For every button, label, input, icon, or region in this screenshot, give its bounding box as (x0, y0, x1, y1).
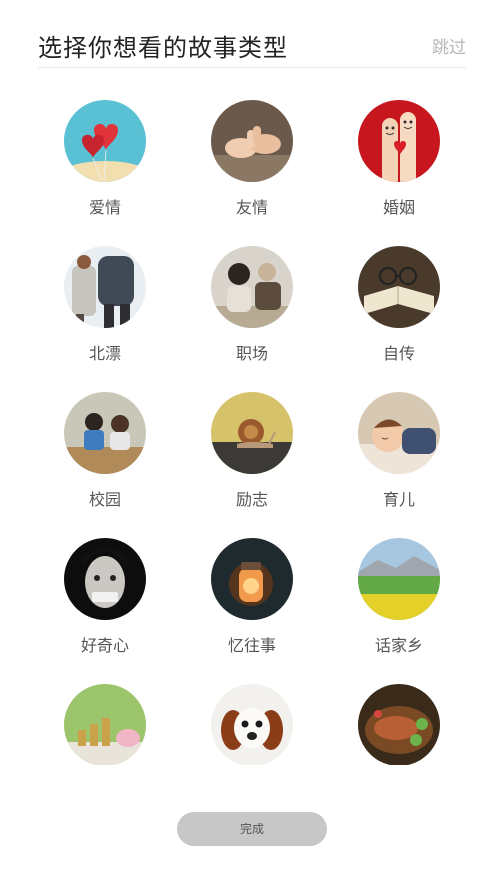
students-classroom-icon (64, 392, 146, 474)
open-book-glasses-icon (358, 246, 440, 328)
category-item-marriage[interactable]: 婚姻 (339, 100, 459, 228)
category-label: 话家乡 (374, 636, 423, 655)
header: 选择你想看的故事类型 跳过 (0, 0, 504, 70)
finger-couple-icon (358, 100, 440, 182)
category-item-love[interactable]: 爱情 (45, 100, 165, 228)
category-item-workplace[interactable]: 职场 (192, 246, 312, 374)
skip-button[interactable]: 跳过 (432, 33, 466, 58)
sleeping-baby-icon (358, 392, 440, 474)
category-item-memories[interactable]: 忆往事 (192, 538, 312, 666)
pinky-promise-icon (211, 100, 293, 182)
snail-icon (211, 392, 293, 474)
category-label: 职场 (235, 344, 268, 363)
category-grid: 爱情 友情 婚姻 北漂 职场 自传 校园 励志 育儿 好奇心 忆往事 话家乡 (0, 100, 504, 765)
category-label: 婚姻 (382, 198, 415, 217)
category-item-autobiography[interactable]: 自传 (339, 246, 459, 374)
category-label: 友情 (235, 198, 268, 217)
category-item-finance[interactable] (45, 684, 165, 765)
category-item-parenting[interactable]: 育儿 (339, 392, 459, 520)
category-item-pets[interactable] (192, 684, 312, 765)
page-title: 选择你想看的故事类型 (38, 34, 288, 62)
category-item-beipiao[interactable]: 北漂 (45, 246, 165, 374)
office-colleagues-icon (211, 246, 293, 328)
done-button[interactable]: 完成 (177, 812, 327, 846)
category-label: 爱情 (88, 198, 121, 217)
category-label: 育儿 (382, 490, 415, 509)
category-label: 励志 (235, 490, 268, 509)
category-item-curiosity[interactable]: 好奇心 (45, 538, 165, 666)
heart-balloons-icon (64, 100, 146, 182)
category-label: 自传 (382, 344, 415, 363)
category-item-hometown[interactable]: 话家乡 (339, 538, 459, 666)
category-item-inspiration[interactable]: 励志 (192, 392, 312, 520)
taped-mouth-face-icon (64, 538, 146, 620)
category-label: 校园 (88, 490, 121, 509)
puppy-icon (211, 684, 293, 765)
category-label: 好奇心 (80, 636, 129, 655)
bbq-platter-icon (358, 684, 440, 765)
meadow-landscape-icon (358, 538, 440, 620)
backpackers-icon (64, 246, 146, 328)
category-item-food[interactable] (339, 684, 459, 765)
category-label: 忆往事 (227, 636, 276, 655)
header-divider (38, 67, 466, 68)
category-item-campus[interactable]: 校园 (45, 392, 165, 520)
category-label: 北漂 (88, 344, 121, 363)
glowing-jar-icon (211, 538, 293, 620)
piggy-bank-coins-icon (64, 684, 146, 765)
category-item-friendship[interactable]: 友情 (192, 100, 312, 228)
